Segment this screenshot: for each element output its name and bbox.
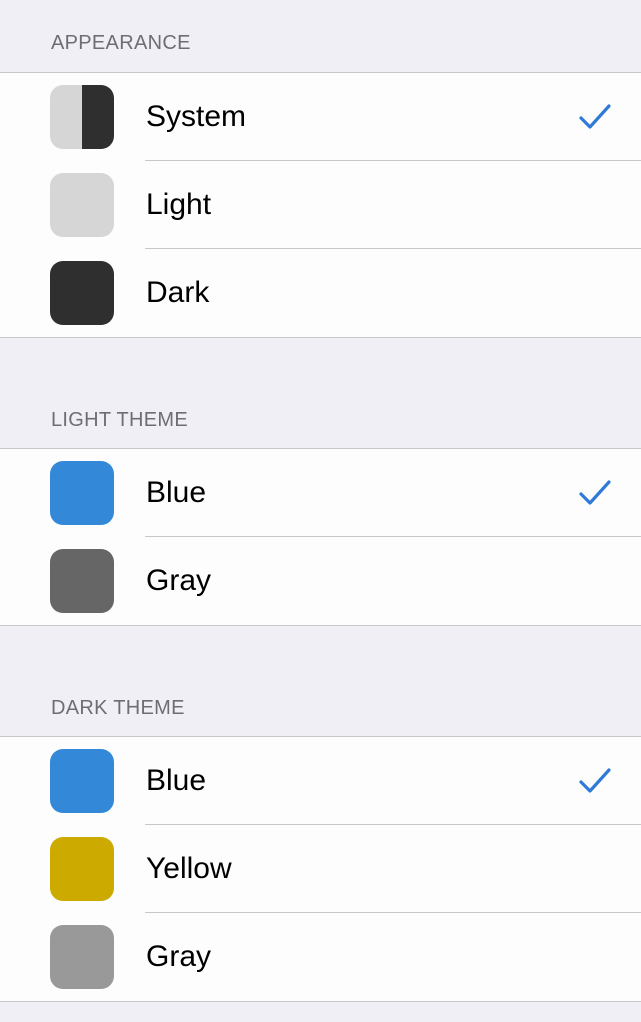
light-theme-option-blue[interactable]: Blue — [0, 449, 641, 537]
option-label: Dark — [146, 276, 210, 309]
settings-page: APPEARANCE System Light Dark LIGHT THEME… — [0, 0, 641, 1022]
dark-theme-option-yellow[interactable]: Yellow — [0, 825, 641, 913]
option-label: Light — [146, 188, 212, 221]
light-theme-option-gray[interactable]: Gray — [0, 537, 641, 625]
light-swatch-icon — [50, 173, 114, 237]
option-label: Gray — [146, 940, 212, 973]
dark-half — [82, 85, 114, 149]
dark-theme-option-gray[interactable]: Gray — [0, 913, 641, 1001]
dark-theme-group: Blue Yellow Gray — [0, 736, 641, 1002]
dark-swatch-icon — [50, 261, 114, 325]
appearance-option-dark[interactable]: Dark — [0, 249, 641, 337]
option-label: Blue — [146, 476, 207, 509]
system-swatch-icon — [50, 85, 114, 149]
checkmark-icon — [579, 768, 611, 793]
appearance-option-system[interactable]: System — [0, 73, 641, 161]
appearance-group: System Light Dark — [0, 72, 641, 338]
checkmark-icon — [579, 104, 611, 129]
appearance-option-light[interactable]: Light — [0, 161, 641, 249]
yellow-swatch-icon — [50, 837, 114, 901]
checkmark-icon — [579, 480, 611, 505]
blue-swatch-icon — [50, 461, 114, 525]
gray-swatch-icon — [50, 925, 114, 989]
blue-swatch-icon — [50, 749, 114, 813]
appearance-header: APPEARANCE — [51, 32, 191, 54]
dark-theme-header: DARK THEME — [51, 697, 185, 719]
option-label: Blue — [146, 764, 207, 797]
gray-swatch-icon — [50, 549, 114, 613]
option-label: System — [146, 100, 247, 133]
option-label: Yellow — [146, 852, 232, 885]
option-label: Gray — [146, 564, 212, 597]
dark-theme-option-blue[interactable]: Blue — [0, 737, 641, 825]
light-theme-group: Blue Gray — [0, 448, 641, 626]
light-half — [50, 85, 82, 149]
light-theme-header: LIGHT THEME — [51, 409, 189, 431]
